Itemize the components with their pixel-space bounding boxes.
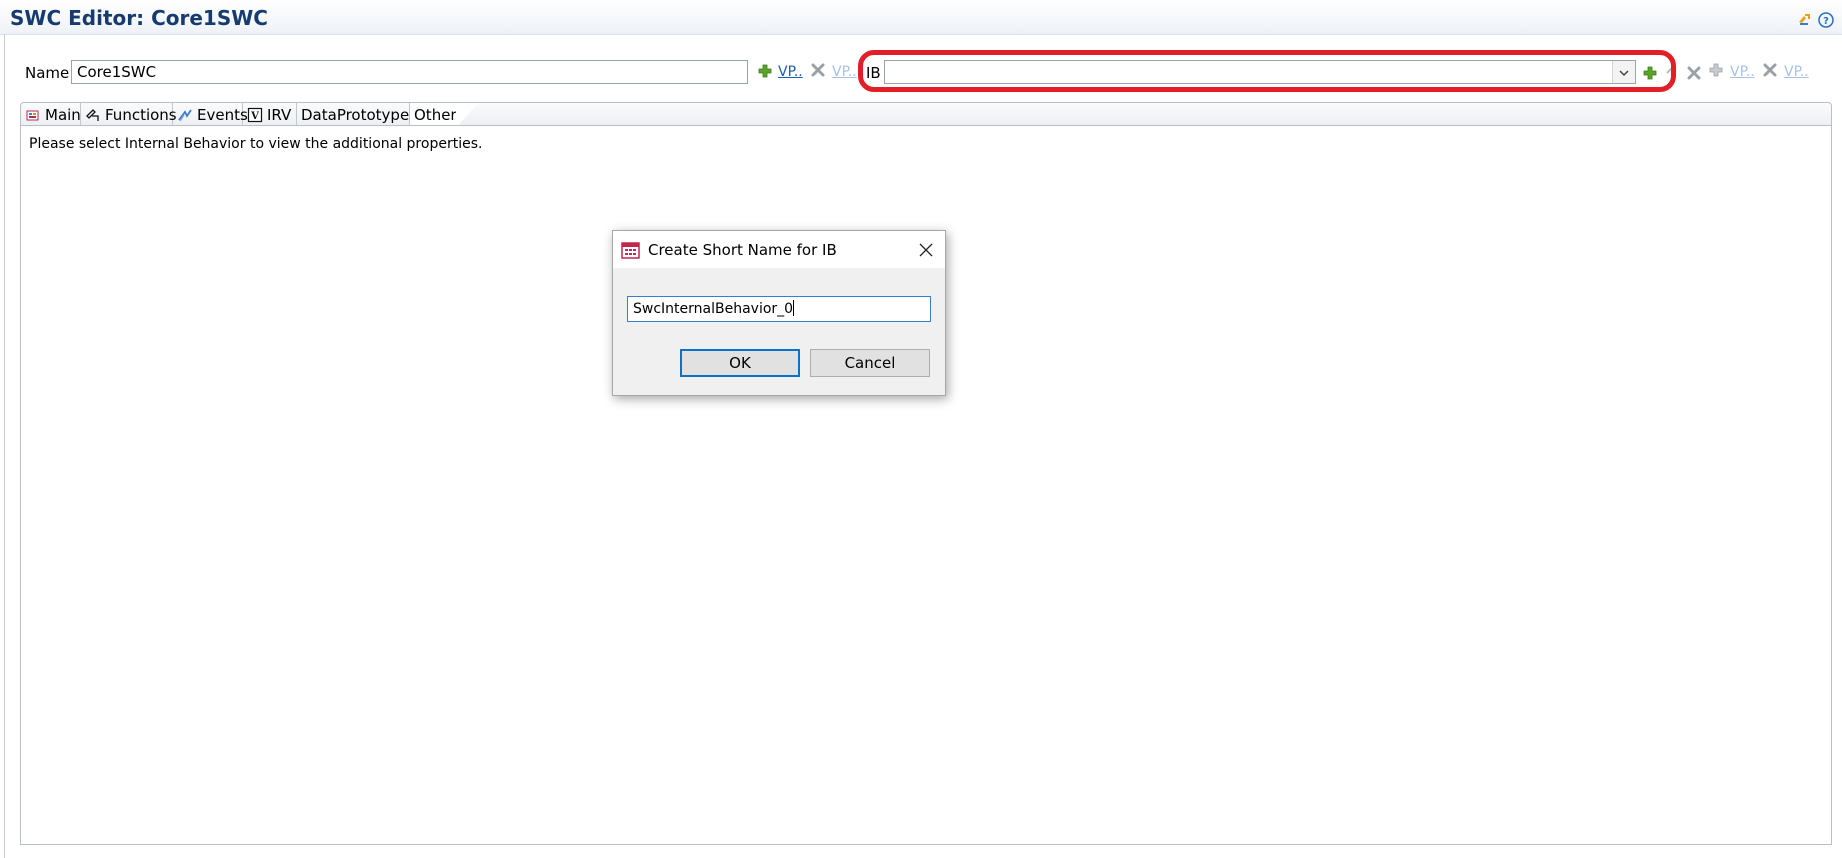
rename-icon (1664, 60, 1680, 76)
add-ib-icon[interactable] (1642, 65, 1658, 81)
editor-header: SWC Editor: Core1SWC ? (0, 0, 1842, 35)
name-label: Name (25, 64, 70, 82)
cancel-button[interactable]: Cancel (810, 349, 930, 377)
svg-text:?: ? (1823, 16, 1829, 27)
editor-title: SWC Editor: Core1SWC (10, 6, 268, 30)
short-name-value: SwcInternalBehavior_0 (633, 301, 794, 317)
delete-ib-icon (1686, 65, 1702, 81)
vp-link-disabled-2: VP.. (1730, 64, 1755, 80)
tab-strip: Main Functions Events V IRV DataPrototyp… (20, 102, 1832, 127)
chevron-down-icon (1617, 65, 1631, 79)
app-icon (621, 240, 641, 260)
ib-dropdown-button[interactable] (1612, 61, 1635, 83)
create-short-name-dialog: Create Short Name for IB SwcInternalBeha… (612, 230, 946, 396)
tab-label: IRV (267, 106, 292, 124)
vp-link[interactable]: VP.. (778, 64, 803, 80)
tab-events[interactable]: Events (173, 103, 248, 127)
irv-tab-icon: V (247, 107, 263, 123)
header-toolbar: ? (1796, 12, 1834, 28)
tab-main[interactable]: Main (21, 103, 81, 127)
info-message: Please select Internal Behavior to view … (29, 136, 483, 152)
main-tab-icon (25, 107, 41, 123)
name-input[interactable]: Core1SWC (71, 60, 748, 84)
tab-dataprototypes[interactable]: DataPrototypes (297, 103, 417, 127)
tab-label: DataPrototypes (301, 106, 417, 124)
help-icon[interactable]: ? (1818, 12, 1834, 28)
left-border (4, 34, 5, 858)
delete-vp-icon (1762, 62, 1778, 78)
tab-label: Events (197, 106, 248, 124)
tab-label: Main (45, 106, 81, 124)
close-icon[interactable] (919, 242, 933, 257)
short-name-input[interactable]: SwcInternalBehavior_0 (627, 296, 931, 322)
dialog-titlebar[interactable]: Create Short Name for IB (613, 231, 945, 268)
tab-label: Functions (105, 106, 177, 124)
events-tab-icon (177, 107, 193, 123)
vp-link-disabled: VP.. (832, 64, 857, 80)
add-icon[interactable] (757, 63, 773, 79)
functions-tab-icon (85, 107, 101, 123)
tab-label: Others (414, 106, 465, 124)
text-caret (793, 300, 795, 316)
ib-select[interactable] (884, 60, 1636, 84)
tab-others[interactable]: Others (410, 103, 478, 127)
delete-icon (810, 62, 826, 78)
tab-functions[interactable]: Functions (81, 103, 177, 127)
sync-icon[interactable] (1796, 12, 1812, 28)
add-vp-icon (1708, 62, 1724, 78)
tab-irv[interactable]: V IRV (243, 103, 297, 127)
ok-button[interactable]: OK (680, 349, 800, 377)
vp-link-disabled-3: VP.. (1784, 64, 1809, 80)
ib-label: IB (866, 64, 881, 82)
svg-text:V: V (250, 111, 259, 122)
dialog-title: Create Short Name for IB (648, 241, 837, 259)
